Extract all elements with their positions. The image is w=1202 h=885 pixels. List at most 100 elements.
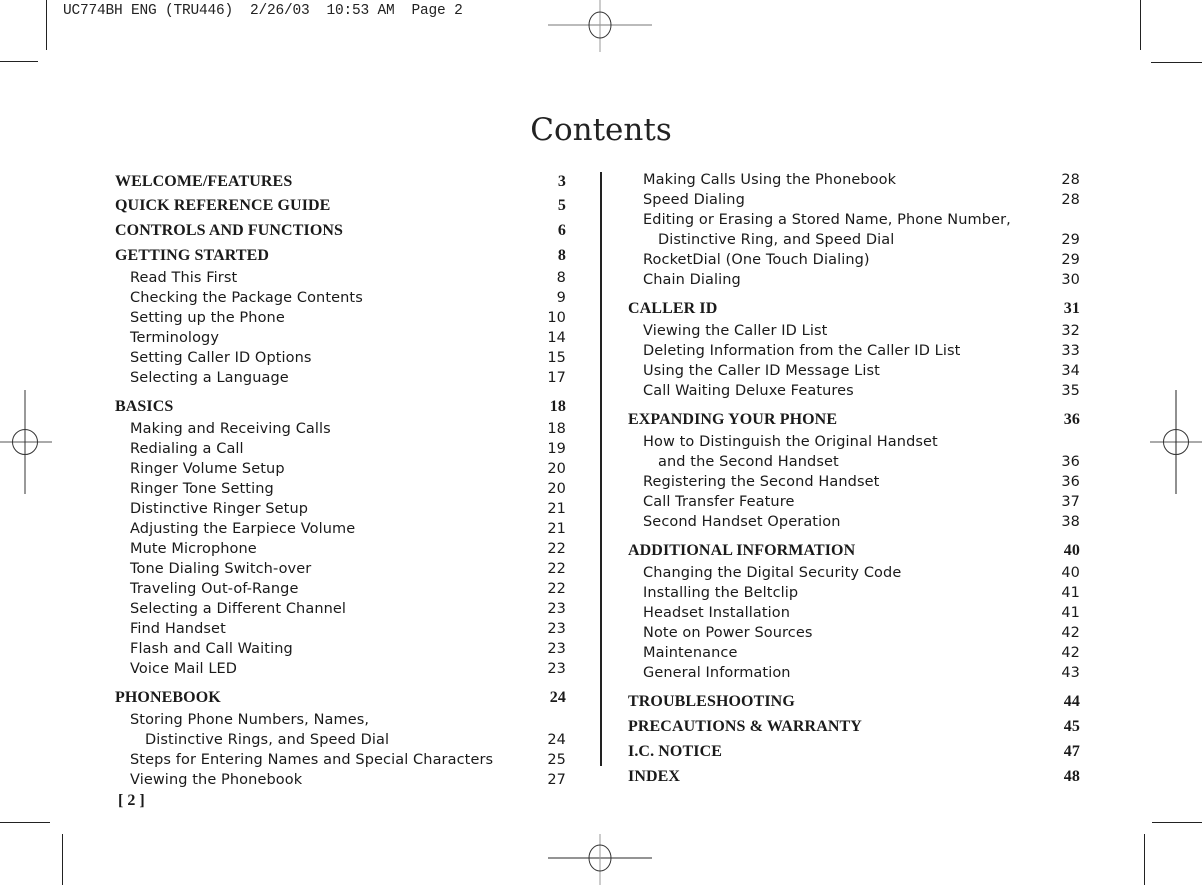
crop-mark-bottom-right-vertical (1144, 834, 1145, 885)
toc-entry: Distinctive Ringer Setup 21 (115, 499, 566, 519)
entry-title: Deleting Information from the Caller ID … (643, 343, 961, 359)
toc-section-heading: EXPANDING YOUR PHONE 36 (628, 407, 1080, 432)
page-ref: 6 (557, 222, 566, 239)
page-ref: 25 (547, 752, 566, 768)
print-header: UC774BH ENG (TRU446) 2/26/03 10:53 AM Pa… (63, 3, 463, 19)
page-ref: 22 (547, 581, 566, 597)
toc-entry: How to Distinguish the Original Handset (628, 432, 1080, 452)
toc-entry: Mute Microphone 22 (115, 539, 566, 559)
toc-section-heading: PRECAUTIONS & WARRANTY 45 (628, 714, 1080, 739)
page-ref: 44 (1063, 693, 1080, 710)
entry-title: Changing the Digital Security Code (643, 565, 902, 581)
page-ref: 24 (549, 689, 566, 706)
page-ref: 34 (1061, 363, 1080, 379)
toc-right-column: Making Calls Using the Phonebook 28 Speed … (628, 170, 1080, 789)
toc-entry: Traveling Out-of-Range 22 (115, 579, 566, 599)
entry-title: Selecting a Different Channel (130, 601, 347, 617)
toc-entry: Setting up the Phone 10 (115, 308, 566, 328)
toc-entry: Making Calls Using the Phonebook 28 (628, 170, 1080, 190)
entry-title: Distinctive Ringer Setup (130, 501, 309, 517)
page-ref: 38 (1061, 514, 1080, 530)
page-ref: 30 (1061, 272, 1080, 288)
toc-left-column: WELCOME/FEATURES 3 QUICK REFERENCE GUIDE 5 C… (115, 170, 566, 790)
registration-mark-left-icon (0, 390, 52, 494)
page-ref: 41 (1061, 605, 1080, 621)
registration-mark-right-icon (1150, 390, 1202, 494)
toc-entry: Changing the Digital Security Code 40 (628, 563, 1080, 583)
toc-entry: Editing or Erasing a Stored Name, Phone … (628, 210, 1080, 230)
page-ref: 47 (1063, 743, 1080, 760)
entry-title: Storing Phone Numbers, Names, (130, 712, 370, 728)
section-title: PHONEBOOK (115, 689, 221, 706)
entry-title: Note on Power Sources (643, 625, 813, 641)
toc-section-heading: ADDITIONAL INFORMATION 40 (628, 538, 1080, 563)
toc-entry: Speed Dialing 28 (628, 190, 1080, 210)
page-ref: 32 (1061, 323, 1080, 339)
entry-title: Voice Mail LED (130, 661, 238, 677)
toc-entry: Read This First 8 (115, 268, 566, 288)
page-number: [ 2 ] (118, 792, 145, 809)
page-ref: 37 (1061, 494, 1080, 510)
entry-title: Selecting a Language (130, 370, 289, 386)
section-title: GETTING STARTED (115, 247, 270, 264)
toc-entry: Viewing the Phonebook 27 (115, 770, 566, 790)
page-ref: 31 (1063, 300, 1080, 317)
page-ref: 23 (547, 661, 566, 677)
toc-entry: Setting Caller ID Options 15 (115, 348, 566, 368)
column-divider (600, 172, 602, 766)
entry-title: Distinctive Rings, and Speed Dial (145, 732, 390, 748)
entry-title: Adjusting the Earpiece Volume (130, 521, 356, 537)
page-ref: 22 (547, 541, 566, 557)
page-ref: 14 (547, 330, 566, 346)
entry-title: Viewing the Phonebook (130, 772, 303, 788)
entry-title: Installing the Beltclip (643, 585, 799, 601)
toc-section-heading: BASICS 18 (115, 394, 566, 419)
toc-entry: Terminology 14 (115, 328, 566, 348)
entry-title: Checking the Package Contents (130, 290, 363, 306)
page-ref: 45 (1063, 718, 1080, 735)
page-ref: 43 (1061, 665, 1080, 681)
page-ref: 22 (547, 561, 566, 577)
toc-entry: Voice Mail LED 23 (115, 659, 566, 679)
page-ref: 10 (547, 310, 566, 326)
toc-entry: Selecting a Different Channel 23 (115, 599, 566, 619)
toc-entry: and the Second Handset 36 (628, 452, 1080, 472)
crop-mark-bottom-right-horizontal (1152, 822, 1202, 823)
section-title: PRECAUTIONS & WARRANTY (628, 718, 862, 735)
toc-entry: Making and Receiving Calls 18 (115, 419, 566, 439)
crop-mark-top-right-vertical (1140, 0, 1141, 50)
crop-mark-bottom-left-vertical (62, 834, 63, 885)
toc-section-heading: CONTROLS AND FUNCTIONS 6 (115, 218, 566, 243)
entry-title: Setting Caller ID Options (130, 350, 312, 366)
toc-entry: Ringer Volume Setup 20 (115, 459, 566, 479)
toc-entry: Call Waiting Deluxe Features 35 (628, 381, 1080, 401)
page-ref: 23 (547, 601, 566, 617)
entry-title: Speed Dialing (643, 192, 745, 208)
entry-title: and the Second Handset (658, 454, 839, 470)
toc-entry: Call Transfer Feature 37 (628, 492, 1080, 512)
entry-title: Steps for Entering Names and Special Cha… (130, 752, 494, 768)
page-ref: 23 (547, 641, 566, 657)
toc-entry: Ringer Tone Setting 20 (115, 479, 566, 499)
entry-title: Editing or Erasing a Stored Name, Phone … (643, 212, 1011, 228)
toc-entry: Second Handset Operation 38 (628, 512, 1080, 532)
page-ref: 19 (547, 441, 566, 457)
toc-entry: Registering the Second Handset 36 (628, 472, 1080, 492)
toc-entry: Maintenance 42 (628, 643, 1080, 663)
section-title: INDEX (628, 768, 681, 785)
page-ref: 20 (547, 481, 566, 497)
toc-entry: Steps for Entering Names and Special Cha… (115, 750, 566, 770)
entry-title: Mute Microphone (130, 541, 257, 557)
page-ref: 36 (1061, 474, 1080, 490)
toc-entry: Distinctive Rings, and Speed Dial 24 (115, 730, 566, 750)
page-ref: 29 (1061, 232, 1080, 248)
toc-entry: Chain Dialing 30 (628, 270, 1080, 290)
toc-entry: Deleting Information from the Caller ID … (628, 341, 1080, 361)
page-ref: 36 (1061, 454, 1080, 470)
toc-section-heading: QUICK REFERENCE GUIDE 5 (115, 193, 566, 218)
page-ref: 42 (1061, 625, 1080, 641)
page-ref: 17 (547, 370, 566, 386)
toc-entry: Redialing a Call 19 (115, 439, 566, 459)
entry-title: Read This First (130, 270, 238, 286)
toc-section-heading: WELCOME/FEATURES 3 (115, 170, 566, 193)
